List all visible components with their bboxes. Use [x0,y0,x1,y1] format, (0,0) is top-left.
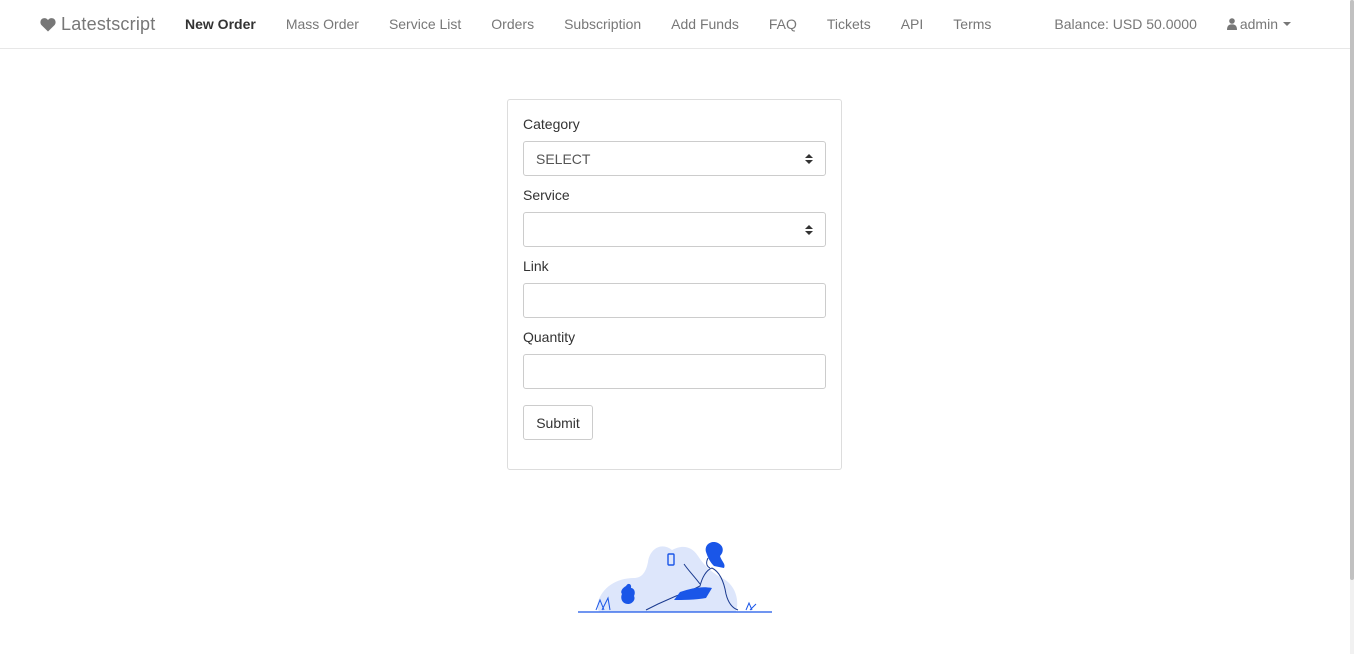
nav-mass-order[interactable]: Mass Order [271,0,374,48]
balance-link[interactable]: Balance: USD 50.0000 [1039,0,1211,48]
link-label: Link [523,258,549,274]
category-label: Category [523,116,580,132]
nav-add-funds[interactable]: Add Funds [656,0,754,48]
service-select[interactable] [523,212,826,247]
link-group: Link [523,257,826,318]
heart-icon [40,17,56,31]
nav-subscription[interactable]: Subscription [549,0,656,48]
new-order-panel: Category SELECT Service Link Quantity Su… [507,99,842,470]
brand-link[interactable]: Latestscript [40,13,155,35]
quantity-input[interactable] [523,354,826,389]
nav-orders[interactable]: Orders [476,0,549,48]
top-navbar: Latestscript New Order Mass Order Servic… [0,0,1350,49]
service-label: Service [523,187,570,203]
nav-api[interactable]: API [886,0,939,48]
category-select[interactable]: SELECT [523,141,826,176]
nav-faq[interactable]: FAQ [754,0,812,48]
woman-with-phone-illustration [578,542,772,613]
user-name: admin [1239,16,1278,32]
category-group: Category SELECT [523,115,826,176]
select-arrows-icon [805,154,813,164]
nav-new-order[interactable]: New Order [170,0,271,48]
scrollbar-thumb[interactable] [1350,0,1354,580]
nav-right: Balance: USD 50.0000 admin [1039,0,1306,48]
link-input[interactable] [523,283,826,318]
brand-name: Latestscript [61,13,156,34]
quantity-label: Quantity [523,329,576,345]
nav-tickets[interactable]: Tickets [812,0,886,48]
page-scrollbar[interactable] [1350,0,1354,654]
select-arrows-icon [805,225,813,235]
main-nav: New Order Mass Order Service List Orders… [170,0,1006,48]
service-group: Service [523,186,826,247]
user-icon [1226,18,1237,30]
nav-terms[interactable]: Terms [938,0,1006,48]
caret-down-icon [1283,22,1291,26]
quantity-group: Quantity [523,328,826,389]
user-dropdown[interactable]: admin [1212,0,1306,48]
nav-service-list[interactable]: Service List [374,0,476,48]
category-select-value: SELECT [536,150,591,167]
submit-button[interactable]: Submit [523,405,593,440]
